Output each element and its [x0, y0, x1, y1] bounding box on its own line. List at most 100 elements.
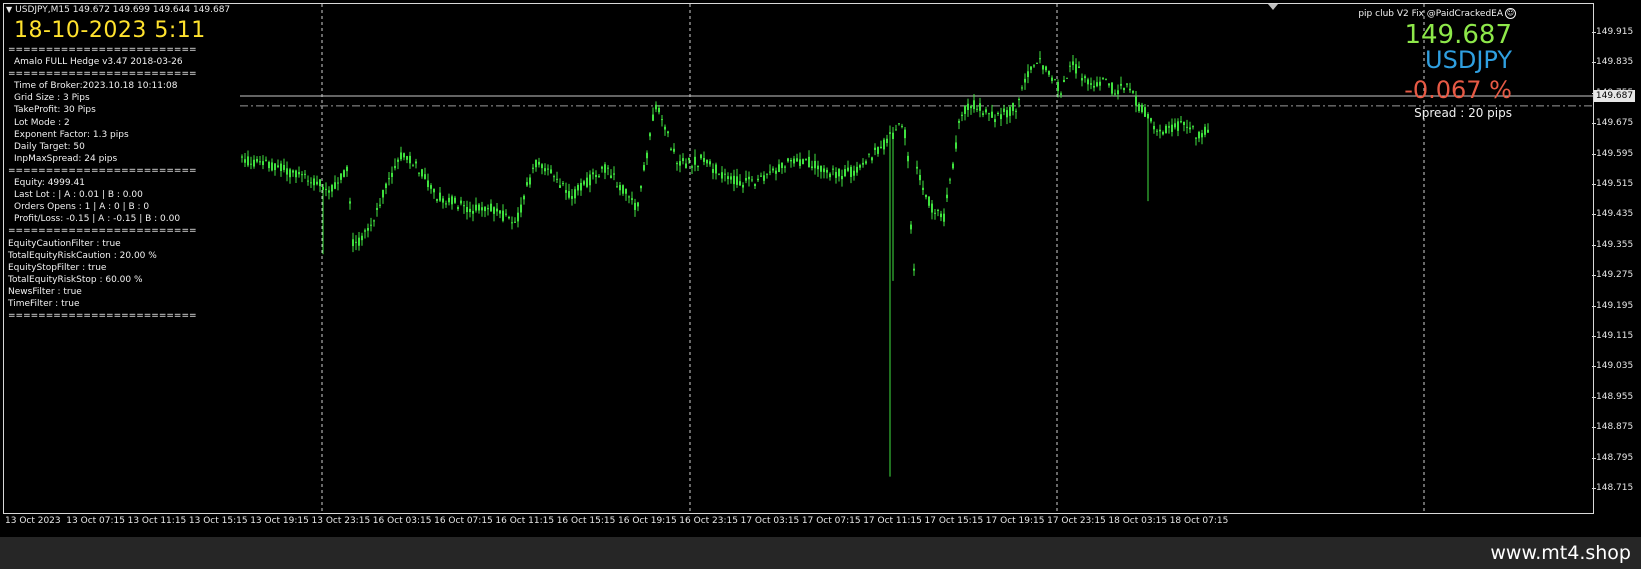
candle-body	[742, 184, 744, 188]
candle-body	[370, 224, 372, 226]
candle-body	[1069, 65, 1071, 67]
candle-body	[829, 173, 831, 178]
candle-body	[856, 166, 858, 173]
candle-body	[1066, 77, 1068, 79]
candle-body	[901, 125, 903, 127]
candle-body	[547, 168, 549, 170]
info-row: =========================	[8, 69, 197, 80]
candle-body	[535, 159, 537, 168]
candle-body	[658, 107, 660, 113]
candle-body	[796, 158, 798, 162]
y-tick-label: 149.115	[1596, 331, 1634, 341]
ea-info-panel: ========================= Amalo FULL Hedg…	[8, 44, 197, 322]
candle-body	[1018, 98, 1020, 101]
y-tick-label: 149.435	[1596, 209, 1634, 220]
candle-body	[1102, 78, 1104, 80]
candle-body	[706, 159, 708, 164]
candle-body	[478, 204, 480, 211]
candle-body	[1126, 83, 1128, 85]
candle-body	[715, 164, 717, 174]
candle-body	[598, 175, 600, 177]
candle-body	[346, 166, 348, 172]
candle-body	[559, 185, 561, 188]
candle-body	[463, 205, 465, 207]
info-row: Profit/Loss: -0.15 | A : -0.15 | B : 0.0…	[14, 214, 181, 225]
candle-body	[700, 154, 702, 159]
candle-body	[655, 104, 657, 110]
candle-body	[244, 159, 246, 163]
candle-body	[268, 161, 270, 169]
candle-body	[253, 159, 255, 167]
candle-body	[886, 138, 888, 143]
x-tick-label: 16 Oct 19:15	[618, 516, 677, 526]
candle-body	[616, 186, 618, 188]
candle-body	[373, 220, 375, 222]
candle-body	[808, 156, 810, 168]
candle-body	[592, 172, 594, 175]
candle-body	[580, 182, 582, 191]
chart-window[interactable]: ▼ USDJPY,M15 149.672 149.699 149.644 149.…	[0, 0, 1641, 537]
candle-body	[415, 161, 417, 164]
candle-body	[673, 148, 675, 152]
candle-body	[1159, 129, 1161, 132]
candle-body	[805, 159, 807, 161]
candle-body	[793, 158, 795, 164]
candle-body	[1132, 91, 1134, 93]
candle-body	[814, 160, 816, 169]
price-chart[interactable]	[0, 0, 1641, 537]
candle-body	[904, 129, 906, 139]
candle-body	[775, 170, 777, 174]
candle-body	[937, 209, 939, 211]
candle-body	[292, 170, 294, 173]
candle-body	[922, 187, 924, 190]
x-tick-label: 16 Oct 11:15	[495, 516, 555, 526]
chart-shift-marker-icon[interactable]	[1268, 4, 1278, 10]
candle-body	[379, 204, 381, 206]
candle-body	[271, 162, 273, 171]
candle-body	[724, 173, 726, 175]
candle-body	[619, 185, 621, 191]
candle-body	[1171, 124, 1173, 132]
candle-body	[709, 161, 711, 165]
candle-body	[676, 163, 678, 165]
candle-body	[892, 132, 894, 140]
candle-body	[667, 131, 669, 134]
candle-body	[1021, 87, 1023, 89]
candle-body	[1177, 121, 1179, 131]
candle-body	[1192, 126, 1194, 128]
x-tick-label: 17 Oct 07:15	[801, 516, 861, 526]
candle-body	[739, 181, 741, 186]
candle-body	[577, 184, 579, 191]
candle-body	[727, 176, 729, 180]
candle-body	[772, 168, 774, 171]
candle-body	[1045, 66, 1047, 71]
candle-body	[613, 173, 615, 175]
x-tick-label: 13 Oct 11:15	[127, 516, 187, 526]
spread-label: Spread : 20 pips	[1414, 106, 1512, 120]
candle-body	[469, 208, 471, 213]
candle-body	[604, 164, 606, 173]
y-tick-label: 149.355	[1596, 239, 1634, 250]
candle-body	[328, 190, 330, 193]
candle-body	[313, 178, 315, 186]
candle-body	[697, 166, 699, 168]
candle-body	[835, 171, 837, 178]
candle-body	[931, 203, 933, 213]
candle-body	[427, 180, 429, 188]
candle-body	[595, 174, 597, 178]
candle-body	[529, 177, 531, 185]
candle-body	[1087, 79, 1089, 85]
candle-body	[745, 178, 747, 181]
candle-body	[1117, 90, 1119, 95]
candle-body	[550, 169, 552, 174]
candle-body	[1105, 78, 1107, 80]
collapse-triangle-icon[interactable]: ▼	[6, 5, 12, 14]
header-text: USDJPY,M15 149.672 149.699 149.644 149.6…	[15, 5, 231, 15]
candle-body	[439, 192, 441, 201]
candle-body	[649, 133, 651, 137]
candle-body	[883, 139, 885, 150]
candle-body	[1084, 76, 1086, 79]
candle-body	[670, 148, 672, 150]
candle-body	[553, 176, 555, 178]
y-tick-label: 149.835	[1596, 57, 1634, 68]
